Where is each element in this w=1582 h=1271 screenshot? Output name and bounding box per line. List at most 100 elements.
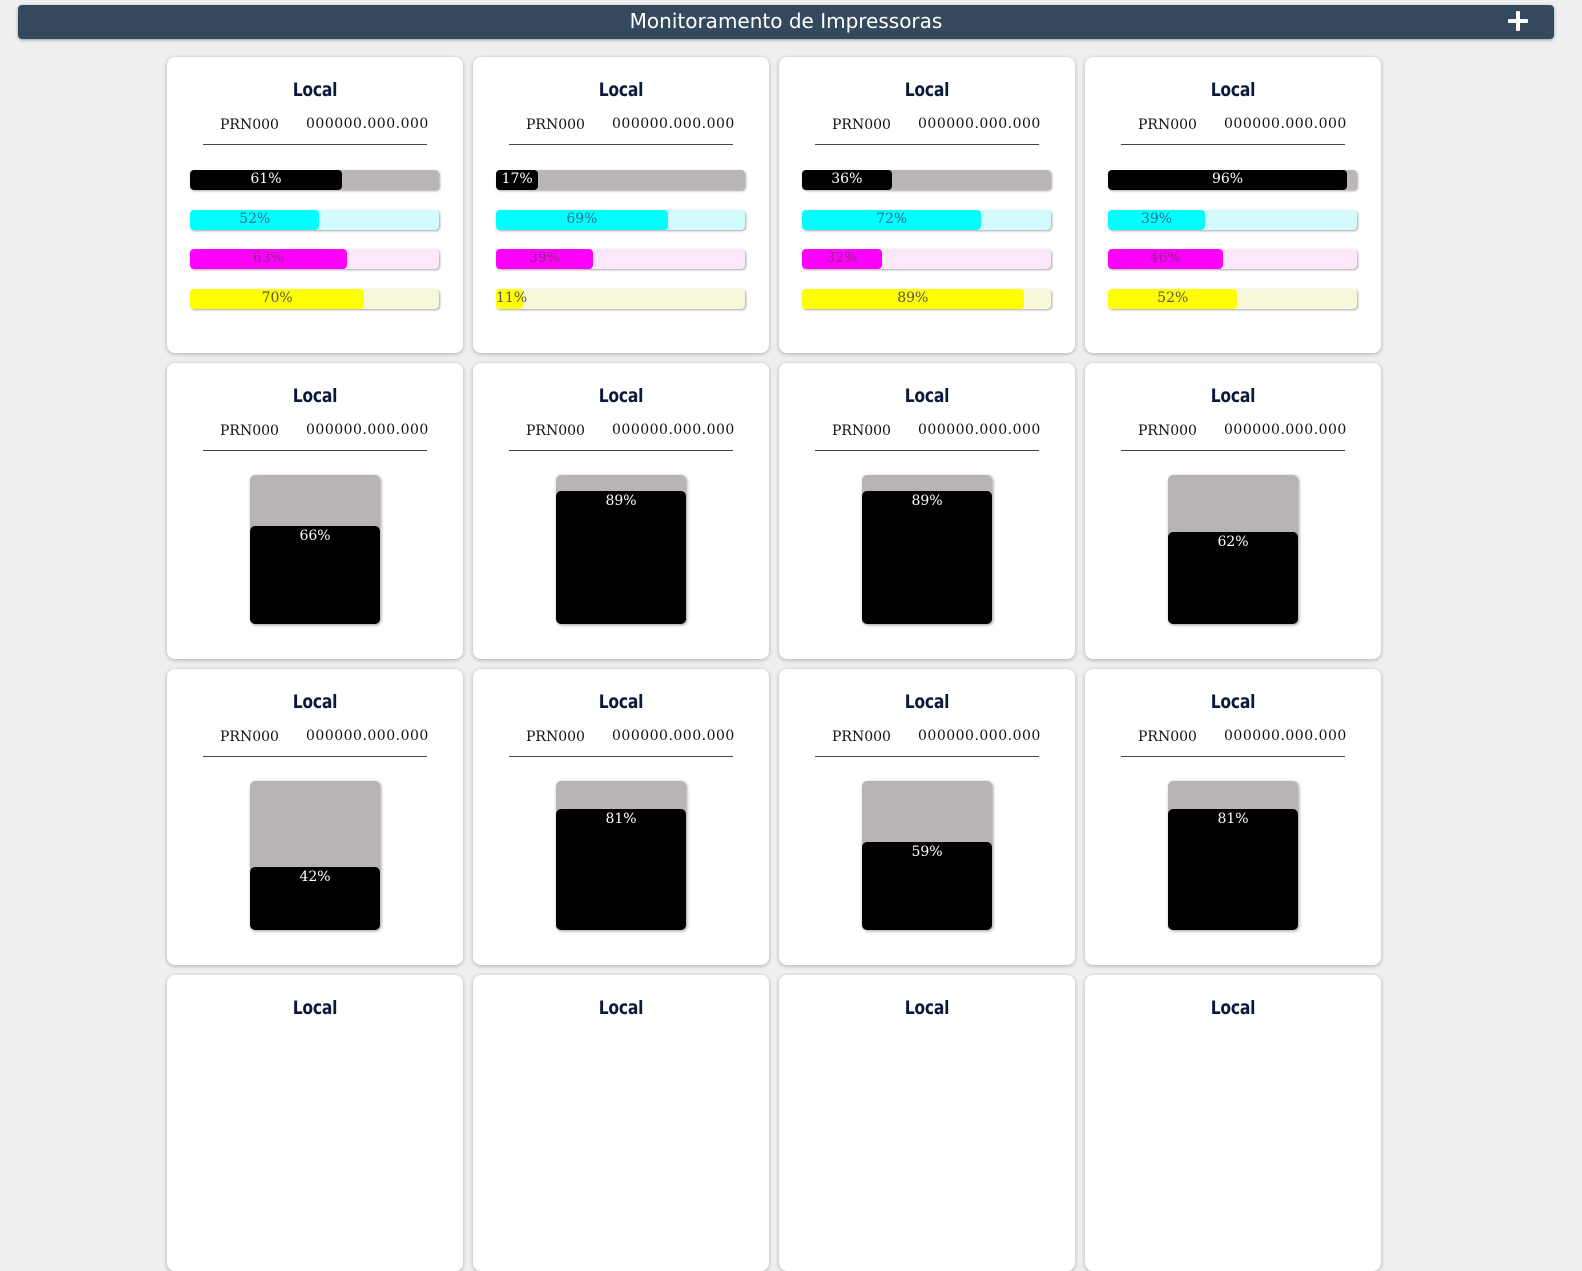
printer-card[interactable]: Local PRN000 000000.000.000 59% xyxy=(779,669,1075,965)
toner-fill: 89% xyxy=(556,491,686,624)
header-bar: Monitoramento de Impressoras xyxy=(18,5,1554,39)
printer-location: Local xyxy=(598,79,644,101)
toner-bar-c: 69% xyxy=(496,209,745,230)
toner-tank: 62% xyxy=(1168,475,1298,624)
printer-card[interactable]: Local PRN000 000000.000.000 17% 69% 39% 11% xyxy=(473,57,769,353)
printer-location: Local xyxy=(598,385,644,407)
printer-name: PRN000 xyxy=(832,729,891,745)
toner-fill: 59% xyxy=(862,842,992,930)
printer-ip: 000000.000.000 xyxy=(306,422,429,438)
toner-fill: 81% xyxy=(1168,809,1298,930)
printer-location: Local xyxy=(598,997,644,1019)
toner-bar-c: 72% xyxy=(802,209,1051,230)
printer-location: Local xyxy=(292,691,338,713)
printer-info: PRN000 000000.000.000 xyxy=(815,115,1041,145)
printer-location: Local xyxy=(904,385,950,407)
printer-info: PRN000 000000.000.000 xyxy=(203,115,429,145)
printer-location: Local xyxy=(292,997,338,1019)
toner-percent: 96% xyxy=(1211,171,1244,187)
toner-percent: 70% xyxy=(261,289,293,306)
printer-location: Local xyxy=(1210,385,1256,407)
printer-location: Local xyxy=(598,691,644,713)
toner-percent: 42% xyxy=(299,869,331,886)
toner-percent: 17% xyxy=(501,171,533,187)
printer-ip: 000000.000.000 xyxy=(1224,728,1347,744)
toner-fill: 89% xyxy=(862,491,992,624)
printer-card[interactable]: Local PRN000 000000.000.000 61% 52% 63% 70% xyxy=(167,57,463,353)
toner-percent: 52% xyxy=(1157,289,1189,306)
printer-location: Local xyxy=(292,385,338,407)
printer-location: Local xyxy=(904,691,950,713)
toner-levels: 61% 52% 63% 70% xyxy=(190,170,439,328)
toner-percent: 46% xyxy=(1149,250,1181,266)
printer-ip: 000000.000.000 xyxy=(306,728,429,744)
printer-location: Local xyxy=(292,79,338,101)
printer-card[interactable]: Local PRN000 000000.000.000 81% xyxy=(473,669,769,965)
printer-card[interactable]: Local PRN000 000000.000.000 96% 39% 46% 52% xyxy=(1085,57,1381,353)
printer-info: PRN000 000000.000.000 xyxy=(1121,727,1347,757)
printer-card[interactable]: Local xyxy=(1085,975,1381,1271)
toner-percent: 89% xyxy=(897,289,929,306)
toner-percent: 66% xyxy=(299,527,331,544)
printer-grid: Local PRN000 000000.000.000 61% 52% 63% 70% Loc… xyxy=(167,57,1382,1271)
printer-location: Local xyxy=(1210,691,1256,713)
toner-tank: 42% xyxy=(250,781,380,930)
toner-tank: 59% xyxy=(862,781,992,930)
printer-info: PRN000 000000.000.000 xyxy=(1121,421,1346,451)
printer-card[interactable]: Local PRN000 000000.000.000 36% 72% 32% 89% xyxy=(779,57,1075,353)
toner-percent: 59% xyxy=(911,844,943,861)
toner-percent: 52% xyxy=(239,210,271,227)
printer-info: PRN000 000000.000.000 xyxy=(1121,115,1347,145)
printer-ip: 000000.000.000 xyxy=(1224,116,1347,132)
printer-location: Local xyxy=(904,79,950,101)
toner-percent: 89% xyxy=(605,493,637,510)
toner-bar-k: 96% xyxy=(1108,170,1357,190)
printer-location: Local xyxy=(1210,997,1256,1019)
printer-card[interactable]: Local PRN000 000000.000.000 66% xyxy=(167,363,463,659)
toner-percent: 63% xyxy=(252,250,284,266)
toner-percent: 39% xyxy=(1140,210,1173,227)
printer-card[interactable]: Local xyxy=(473,975,769,1271)
plus-icon[interactable] xyxy=(1506,9,1530,33)
printer-name: PRN000 xyxy=(526,117,585,133)
printer-info: PRN000 000000.000.000 xyxy=(203,727,429,757)
toner-tank: 66% xyxy=(250,475,380,624)
toner-levels: 36% 72% 32% 89% xyxy=(802,170,1051,328)
printer-name: PRN000 xyxy=(832,423,891,439)
printer-info: PRN000 000000.000.000 xyxy=(509,727,734,757)
toner-percent: 72% xyxy=(876,210,908,227)
printer-card[interactable]: Local PRN000 000000.000.000 62% xyxy=(1085,363,1381,659)
toner-bar-m: 39% xyxy=(496,249,745,269)
toner-percent: 61% xyxy=(250,171,282,187)
printer-location: Local xyxy=(904,997,950,1019)
printer-ip: 000000.000.000 xyxy=(612,116,735,132)
toner-fill: 66% xyxy=(250,525,380,624)
printer-info: PRN000 000000.000.000 xyxy=(815,727,1040,757)
page-title: Monitoramento de Impressoras xyxy=(629,9,943,33)
printer-info: PRN000 000000.000.000 xyxy=(815,421,1040,451)
printer-card[interactable]: Local PRN000 000000.000.000 89% xyxy=(473,363,769,659)
toner-bar-y: 52% xyxy=(1108,288,1357,309)
printer-card[interactable]: Local xyxy=(167,975,463,1271)
printer-card[interactable]: Local PRN000 000000.000.000 81% xyxy=(1085,669,1381,965)
printer-ip: 000000.000.000 xyxy=(306,116,429,132)
printer-info: PRN000 000000.000.000 xyxy=(509,115,735,145)
toner-bar-m: 63% xyxy=(190,249,439,269)
toner-tank: 89% xyxy=(556,475,686,624)
toner-percent: 81% xyxy=(605,811,637,828)
printer-card[interactable]: Local xyxy=(779,975,1075,1271)
toner-fill: 62% xyxy=(1168,531,1298,624)
toner-levels: 17% 69% 39% 11% xyxy=(496,170,745,328)
printer-ip: 000000.000.000 xyxy=(918,116,1041,132)
printer-info: PRN000 000000.000.000 xyxy=(203,421,429,451)
printer-name: PRN000 xyxy=(526,729,585,745)
printer-name: PRN000 xyxy=(1138,117,1197,133)
toner-bar-c: 39% xyxy=(1108,209,1357,230)
toner-tank: 81% xyxy=(1168,781,1298,930)
toner-tank: 81% xyxy=(556,781,686,930)
printer-card[interactable]: Local PRN000 000000.000.000 89% xyxy=(779,363,1075,659)
toner-bar-c: 52% xyxy=(190,209,439,230)
printer-card[interactable]: Local PRN000 000000.000.000 42% xyxy=(167,669,463,965)
printer-location: Local xyxy=(1210,79,1256,101)
toner-bar-m: 32% xyxy=(802,249,1051,269)
